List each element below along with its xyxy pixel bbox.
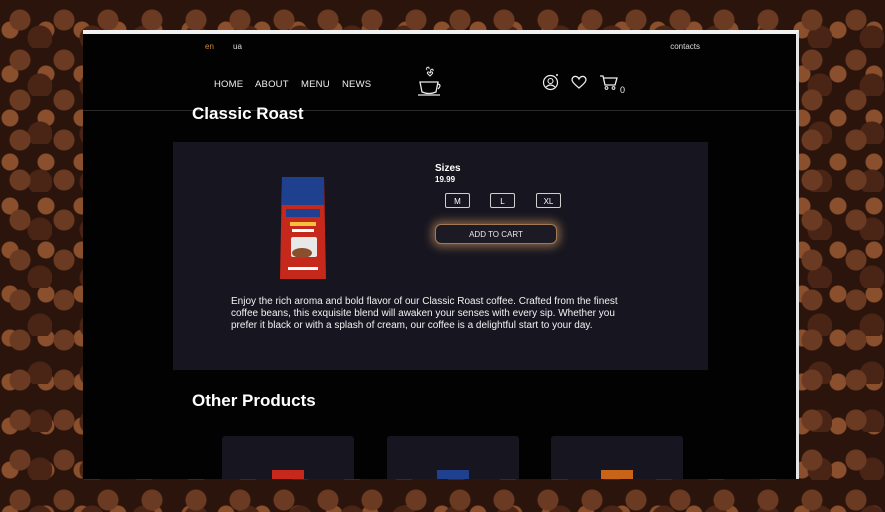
other-product-card[interactable] xyxy=(551,436,683,479)
language-ua[interactable]: ua xyxy=(233,42,242,51)
nav-menu[interactable]: MENU xyxy=(301,79,330,90)
main-nav: HOME ABOUT MENU NEWS 0 xyxy=(83,56,796,111)
cart-count-badge: 0 xyxy=(620,85,626,95)
size-button-xl[interactable]: XL xyxy=(536,193,561,208)
size-button-m[interactable]: M xyxy=(445,193,470,208)
product-card: Sizes 19.99 M L XL ADD TO CART Enjoy the… xyxy=(173,142,708,370)
cart-icon[interactable] xyxy=(599,73,619,91)
product-thumbnail xyxy=(272,470,304,479)
other-products-heading: Other Products xyxy=(192,391,316,410)
nav-about[interactable]: ABOUT xyxy=(255,79,289,90)
other-product-card[interactable] xyxy=(387,436,519,479)
top-bar: en ua contacts xyxy=(83,34,796,56)
language-en[interactable]: en xyxy=(205,42,214,51)
coffee-cup-logo-icon[interactable] xyxy=(417,66,443,98)
add-to-cart-button[interactable]: ADD TO CART xyxy=(435,224,557,244)
product-title: Classic Roast xyxy=(192,104,304,123)
heart-icon[interactable] xyxy=(570,73,588,91)
product-description: Enjoy the rich aroma and bold flavor of … xyxy=(231,296,618,331)
product-thumbnail xyxy=(437,470,469,479)
user-icon[interactable] xyxy=(542,73,560,91)
other-product-card[interactable] xyxy=(222,436,354,479)
nav-home[interactable]: HOME xyxy=(214,79,243,90)
sizes-label: Sizes xyxy=(435,163,461,174)
product-price: 19.99 xyxy=(435,175,456,184)
nav-news[interactable]: NEWS xyxy=(342,79,371,90)
product-thumbnail xyxy=(601,470,633,479)
size-button-l[interactable]: L xyxy=(490,193,515,208)
coffee-bag-image xyxy=(280,177,326,279)
browser-window: en ua contacts HOME ABOUT MENU NEWS 0 Cl… xyxy=(83,30,799,479)
contacts-link[interactable]: contacts xyxy=(670,42,700,51)
